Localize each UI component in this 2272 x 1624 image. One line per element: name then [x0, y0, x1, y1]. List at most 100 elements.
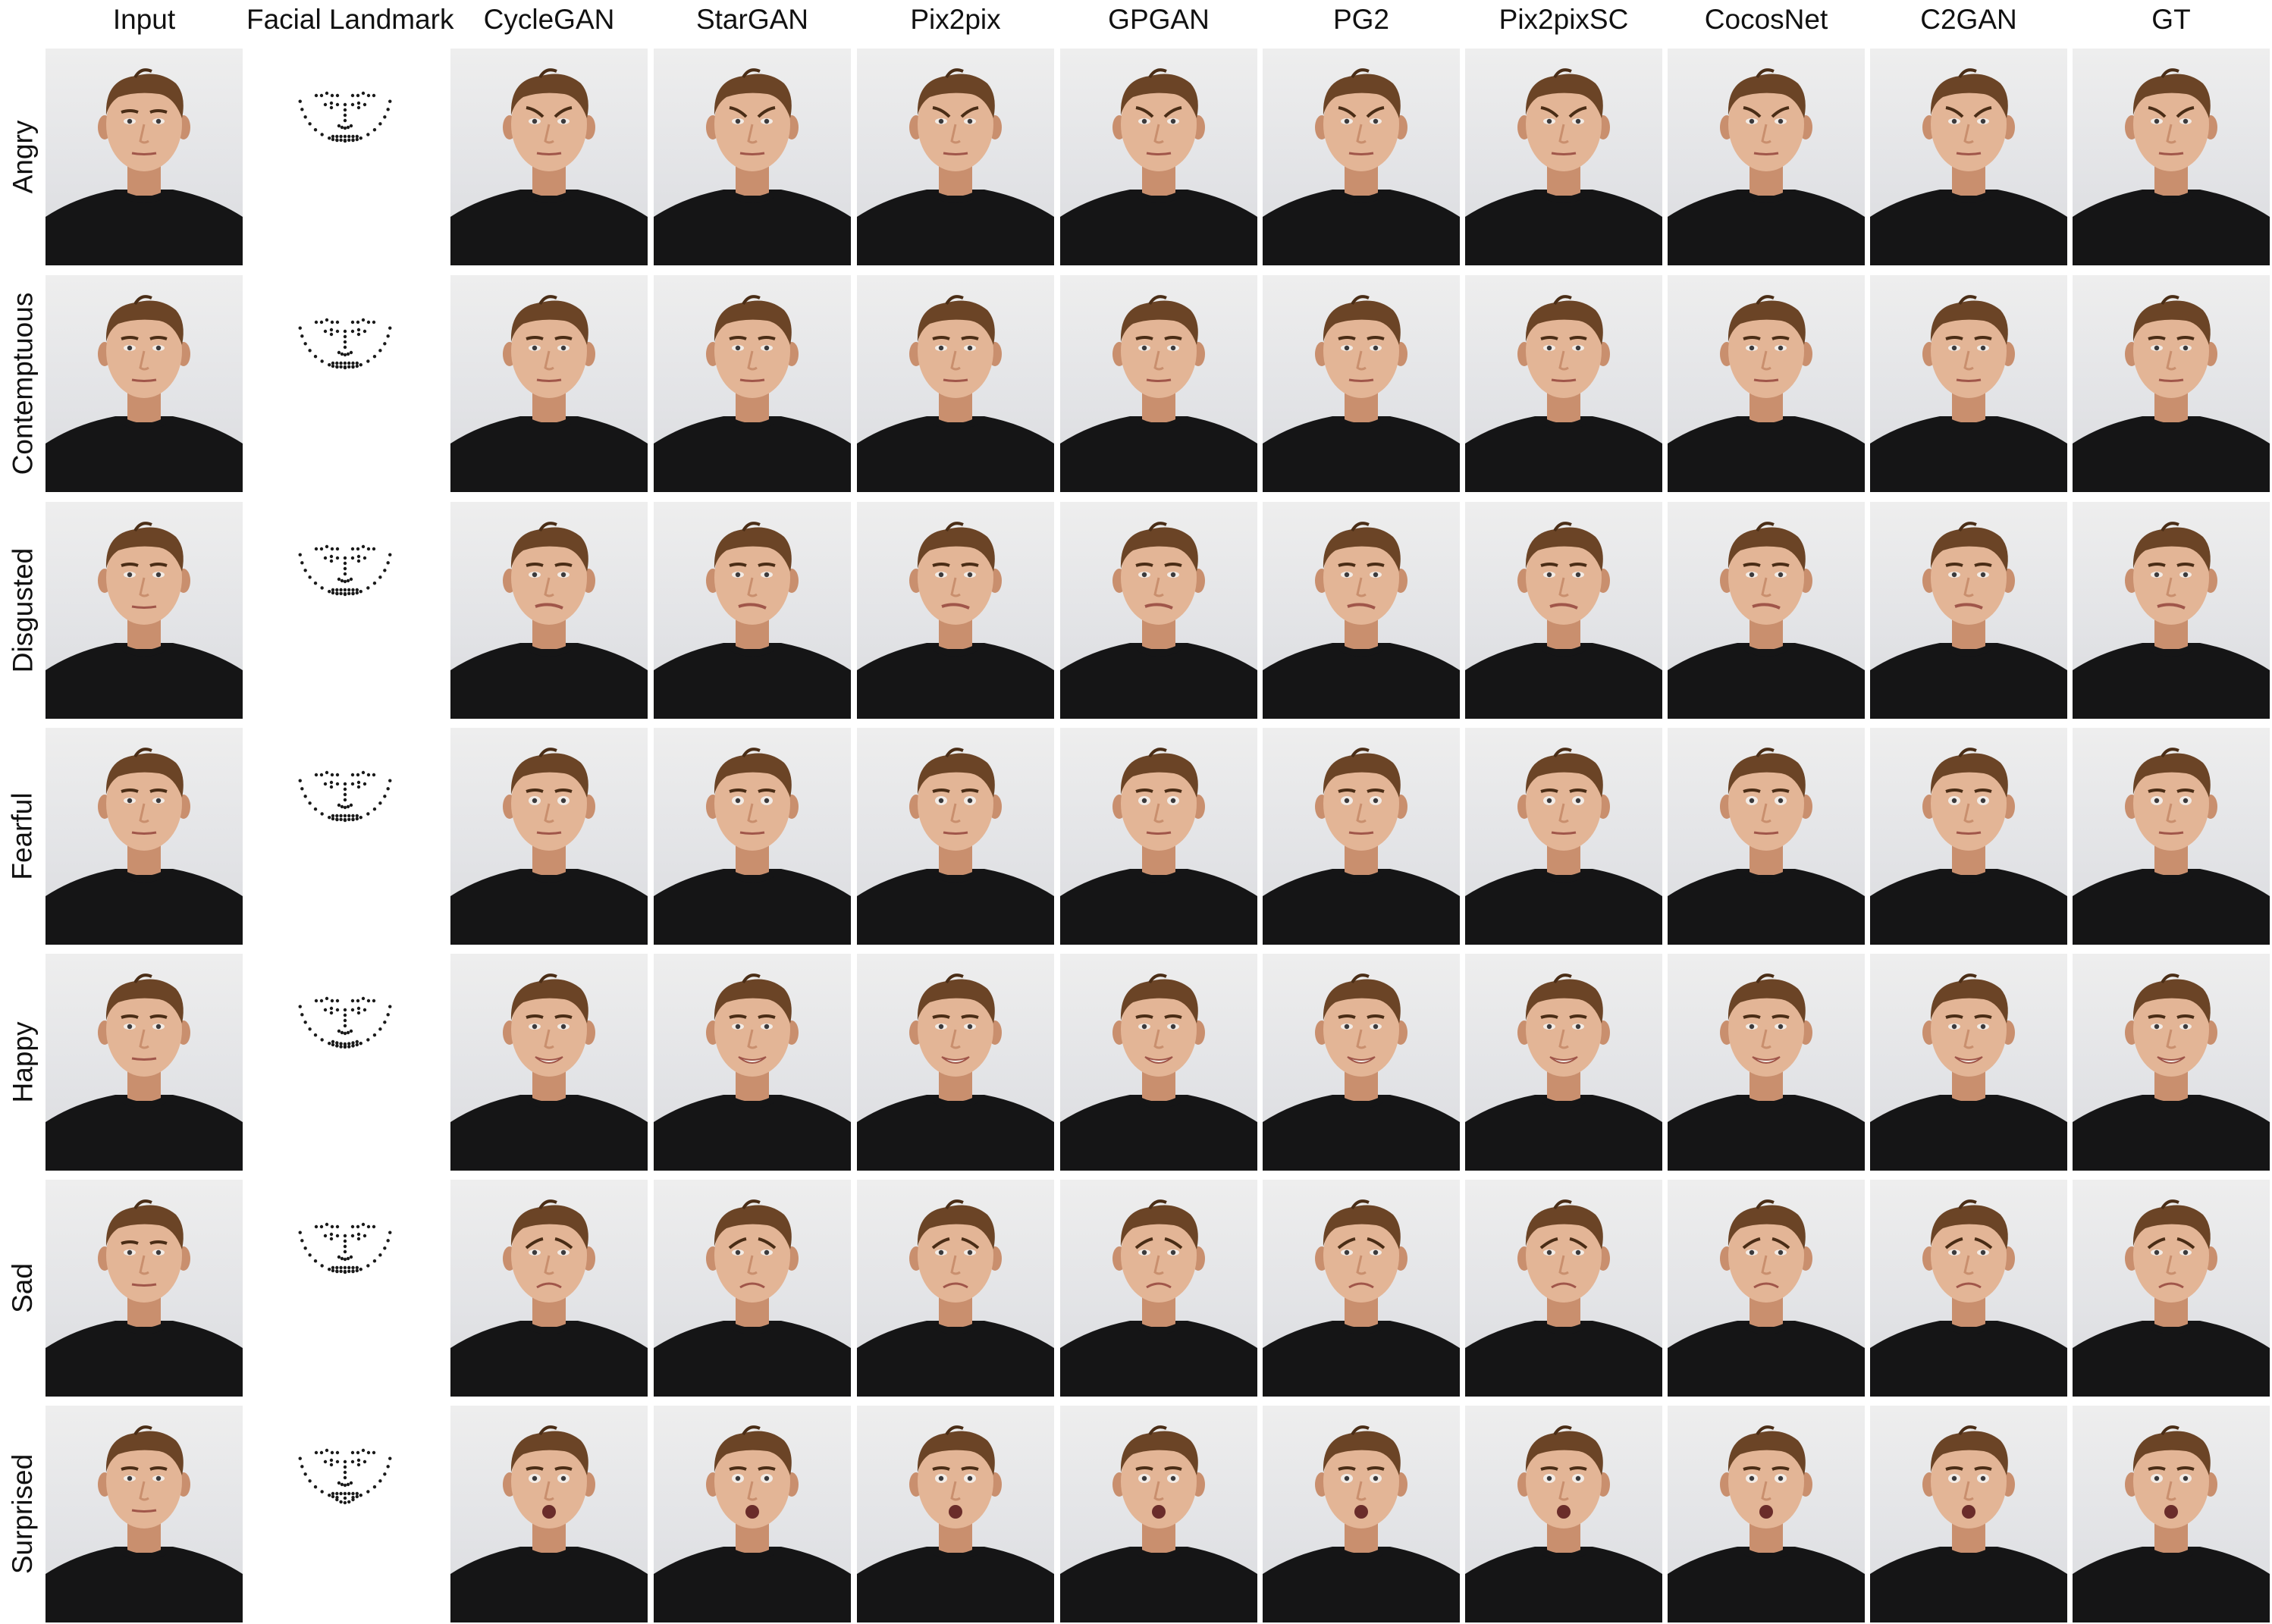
image-sad-gt [2073, 1180, 2270, 1397]
image-fearful-gt [2073, 728, 2270, 945]
image-happy-input [46, 954, 243, 1171]
face-portrait [857, 973, 1054, 1171]
image-surprised-pg2 [1263, 1406, 1460, 1622]
column-header-gpgan: GPGAN [1108, 4, 1210, 35]
face-portrait [1668, 295, 1865, 492]
image-contemptuous-gt [2073, 275, 2270, 492]
face-portrait [654, 68, 851, 265]
image-surprised-stargan [654, 1406, 851, 1622]
image-angry-pix2pix [857, 49, 1054, 265]
image-fearful-stargan [654, 728, 851, 945]
image-surprised-facial-landmark [246, 1406, 444, 1622]
face-portrait [46, 295, 243, 492]
image-fearful-input [46, 728, 243, 945]
face-portrait [857, 748, 1054, 945]
image-contemptuous-c2gan [1870, 275, 2067, 492]
qualitative-comparison-figure: Input Facial Landmark CycleGAN StarGAN Pix2p… [0, 0, 2272, 1624]
column-header-gt: GT [2151, 4, 2191, 35]
image-disgusted-gt [2073, 502, 2270, 719]
image-contemptuous-pix2pixsc [1465, 275, 1662, 492]
image-angry-stargan [654, 49, 851, 265]
image-contemptuous-pix2pix [857, 275, 1054, 492]
column-header-pg2: PG2 [1332, 4, 1390, 35]
face-portrait [2073, 1425, 2270, 1622]
image-fearful-cocosnet [1668, 728, 1865, 945]
image-surprised-cyclegan [450, 1406, 648, 1622]
image-angry-facial-landmark [246, 49, 444, 265]
face-portrait [654, 1199, 851, 1397]
face-portrait [1465, 295, 1662, 492]
image-surprised-gpgan [1060, 1406, 1257, 1622]
face-portrait [450, 295, 648, 492]
image-sad-stargan [654, 1180, 851, 1397]
column-header-cyclegan: CycleGAN [483, 4, 615, 35]
face-portrait [1263, 522, 1460, 719]
row-label-disgusted: Disgusted [7, 547, 38, 673]
row-label-happy: Happy [7, 1021, 39, 1103]
face-portrait [857, 522, 1054, 719]
face-portrait [1668, 68, 1865, 265]
image-happy-stargan [654, 954, 851, 1171]
face-portrait [1060, 1425, 1257, 1622]
face-portrait [1870, 748, 2067, 945]
face-portrait [1870, 1425, 2067, 1622]
face-portrait [1263, 973, 1460, 1171]
image-angry-cyclegan [450, 49, 648, 265]
image-fearful-facial-landmark [246, 728, 444, 945]
image-sad-facial-landmark [246, 1180, 444, 1397]
facial-landmark-sketch [298, 996, 392, 1049]
image-happy-c2gan [1870, 954, 2067, 1171]
face-portrait [46, 748, 243, 945]
row-label-angry: Angry [7, 120, 38, 194]
face-portrait [2073, 522, 2270, 719]
facial-landmark-sketch [298, 544, 392, 597]
face-portrait [450, 1425, 648, 1622]
facial-landmark-sketch [298, 1222, 392, 1274]
face-portrait [654, 295, 851, 492]
image-fearful-gpgan [1060, 728, 1257, 945]
image-fearful-cyclegan [450, 728, 648, 945]
face-portrait [1060, 522, 1257, 719]
image-happy-pix2pix [857, 954, 1054, 1171]
image-disgusted-facial-landmark [246, 502, 444, 719]
row-label-fearful: Fearful [7, 792, 38, 880]
image-contemptuous-cyclegan [450, 275, 648, 492]
face-portrait [2073, 68, 2270, 265]
face-portrait [857, 295, 1054, 492]
face-portrait [857, 1425, 1054, 1622]
image-disgusted-pix2pix [857, 502, 1054, 719]
image-surprised-cocosnet [1668, 1406, 1865, 1622]
face-portrait [2073, 295, 2270, 492]
image-disgusted-cocosnet [1668, 502, 1865, 719]
image-angry-pg2 [1263, 49, 1460, 265]
column-header-stargan: StarGAN [695, 4, 809, 35]
image-sad-pix2pix [857, 1180, 1054, 1397]
face-portrait [2073, 973, 2270, 1171]
face-portrait [1870, 973, 2067, 1171]
image-fearful-c2gan [1870, 728, 2067, 945]
image-contemptuous-pg2 [1263, 275, 1460, 492]
face-portrait [1668, 973, 1865, 1171]
image-surprised-pix2pix [857, 1406, 1054, 1622]
column-header-input: Input [112, 4, 176, 35]
image-contemptuous-stargan [654, 275, 851, 492]
image-happy-gpgan [1060, 954, 1257, 1171]
row-label-contemptuous: Contemptuous [7, 292, 38, 475]
column-header-facial-landmark: Facial Landmark [246, 4, 454, 35]
column-header-cocosnet: CocosNet [1704, 4, 1828, 35]
image-disgusted-pg2 [1263, 502, 1460, 719]
image-disgusted-pix2pixsc [1465, 502, 1662, 719]
face-portrait [1060, 1199, 1257, 1397]
face-portrait [450, 1199, 648, 1397]
face-portrait [1465, 748, 1662, 945]
face-portrait [450, 973, 648, 1171]
face-portrait [654, 522, 851, 719]
face-portrait [1060, 295, 1257, 492]
face-portrait [1668, 522, 1865, 719]
face-portrait [1668, 1199, 1865, 1397]
face-portrait [1870, 68, 2067, 265]
image-sad-gpgan [1060, 1180, 1257, 1397]
face-portrait [46, 522, 243, 719]
face-portrait [2073, 748, 2270, 945]
face-portrait [1263, 1425, 1460, 1622]
